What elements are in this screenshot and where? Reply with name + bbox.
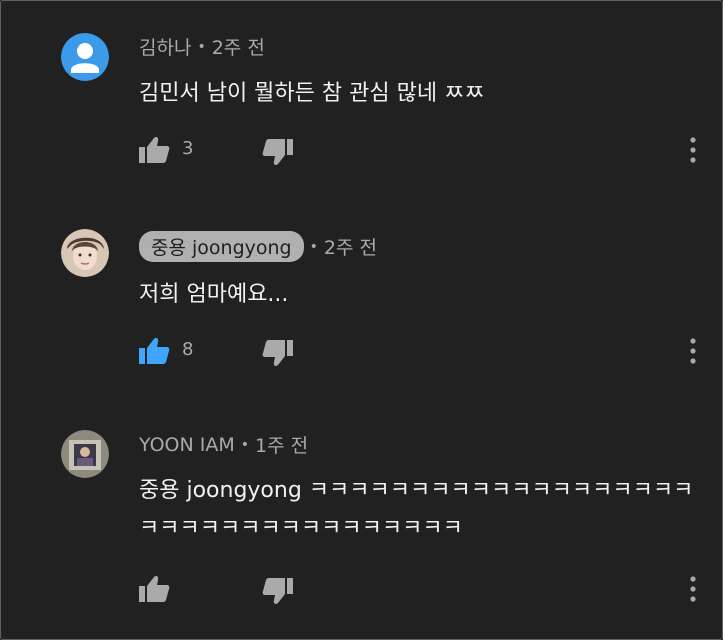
- comment-text: 저희 엄마예요...: [139, 282, 289, 307]
- profile-photo: [61, 430, 109, 478]
- avatar[interactable]: [61, 229, 109, 277]
- comment-actions: 3: [0, 136, 723, 166]
- comment-text-line-2: ㅋㅋㅋㅋㅋㅋㅋㅋㅋㅋㅋㅋㅋㅋㅋㅋ: [139, 516, 463, 541]
- comment-actions: 8: [0, 337, 723, 367]
- comment-text: 김민서 남이 뭘하든 참 관심 많네 ㅉㅉ: [139, 81, 485, 106]
- creator-chip[interactable]: 중용 joongyong: [139, 231, 304, 262]
- thumbs-up-icon[interactable]: [138, 337, 170, 365]
- profile-photo: [61, 229, 109, 277]
- thumbs-up-icon[interactable]: [138, 136, 170, 164]
- comment-actions: [0, 575, 723, 605]
- thumbs-down-icon[interactable]: [262, 138, 294, 166]
- more-options-icon[interactable]: [683, 335, 703, 367]
- separator-dot: •: [240, 436, 249, 453]
- comment-author[interactable]: YOON IAM: [139, 434, 235, 456]
- separator-dot: •: [197, 38, 206, 55]
- avatar[interactable]: [61, 430, 109, 478]
- comment-author[interactable]: 김하나: [139, 33, 191, 60]
- separator-dot: •: [309, 238, 318, 255]
- thumbs-down-icon[interactable]: [262, 339, 294, 367]
- comment-header: YOON IAM • 1주 전: [139, 431, 308, 458]
- comment-header: 김하나 • 2주 전: [139, 33, 265, 60]
- like-count: 8: [182, 339, 194, 360]
- more-options-icon[interactable]: [683, 573, 703, 605]
- like-count: 3: [182, 138, 194, 159]
- comment-header: 중용 joongyong • 2주 전: [139, 231, 377, 262]
- comment-text-line-1: 중용 joongyong ㅋㅋㅋㅋㅋㅋㅋㅋㅋㅋㅋㅋㅋㅋㅋㅋㅋㅋㅋ: [139, 478, 694, 503]
- thumbs-up-icon[interactable]: [138, 575, 170, 603]
- avatar[interactable]: [61, 33, 109, 81]
- thumbs-down-icon[interactable]: [262, 577, 294, 605]
- comment-time[interactable]: 2주 전: [212, 33, 265, 60]
- default-person-icon: [61, 33, 109, 81]
- more-options-icon[interactable]: [683, 134, 703, 166]
- comment-time[interactable]: 1주 전: [255, 431, 308, 458]
- comment-time[interactable]: 2주 전: [324, 233, 377, 260]
